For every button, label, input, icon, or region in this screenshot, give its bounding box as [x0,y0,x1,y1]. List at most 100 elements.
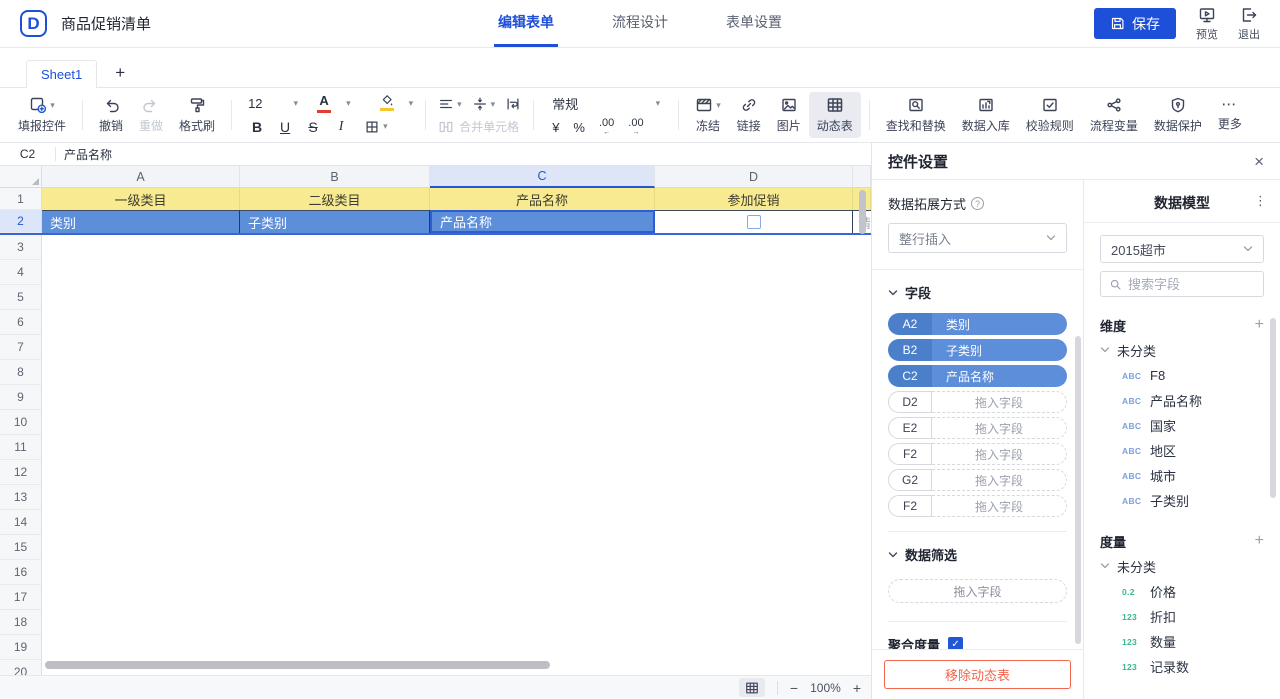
search-input[interactable] [1128,277,1255,292]
empty-cells[interactable] [42,610,871,635]
horizontal-scrollbar[interactable] [45,661,550,669]
empty-cells[interactable] [42,485,871,510]
cell-c2-selected[interactable]: 产品名称 [430,210,655,233]
row-number[interactable]: 2 [0,210,42,233]
zoom-in-button[interactable]: + [853,681,861,695]
strikethrough-button[interactable]: S [300,119,326,135]
dimensions-group-row[interactable]: 未分类 [1100,337,1264,363]
italic-button[interactable]: I [328,119,354,135]
field-pill[interactable]: B2 子类别 [888,339,1067,361]
underline-button[interactable]: U [272,119,298,135]
text-wrap-icon[interactable] [505,96,521,112]
empty-cells[interactable] [42,510,871,535]
redo-button[interactable]: 重做 [131,92,171,138]
data-protection-button[interactable]: 数据保护 [1146,92,1210,138]
freeze-button[interactable]: 冻结 [687,92,729,138]
flow-variable-button[interactable]: 流程变量 [1082,92,1146,138]
fill-widget-button[interactable]: 填报控件 [10,92,74,138]
topbar-tab[interactable]: 编辑表单 [494,0,558,47]
measure-item[interactable]: 123 数量 [1100,629,1264,654]
cell-reference[interactable]: C2 [0,147,55,161]
increase-decimal-button[interactable]: .00→ [628,118,643,136]
add-sheet-button[interactable]: + [115,64,125,81]
row-number[interactable]: 15 [0,535,42,560]
column-header-d[interactable]: D [655,166,853,188]
empty-cells[interactable] [42,635,871,660]
row-number[interactable]: 4 [0,260,42,285]
cell-d2[interactable] [655,210,853,233]
field-pill[interactable]: A2 类别 [888,313,1067,335]
aggregate-checkbox[interactable] [948,637,963,649]
measure-item[interactable]: 123 记录数 [1100,654,1264,679]
row-number[interactable]: 13 [0,485,42,510]
row-number[interactable]: 19 [0,635,42,660]
kebab-menu-icon[interactable] [1254,193,1268,209]
row-number[interactable]: 17 [0,585,42,610]
cell-b1[interactable]: 二级类目 [240,188,430,210]
help-icon[interactable] [971,197,984,210]
dimension-item[interactable]: ABC 国家 [1100,413,1264,438]
empty-cells[interactable] [42,235,871,260]
currency-format-button[interactable]: ¥ [552,120,559,135]
bold-button[interactable]: B [244,119,270,135]
add-measure-button[interactable] [1255,533,1264,549]
cell-a1[interactable]: 一级类目 [42,188,240,210]
empty-cells[interactable] [42,535,871,560]
empty-cells[interactable] [42,260,871,285]
chevron-down-icon[interactable] [346,99,351,108]
topbar-tab[interactable]: 表单设置 [722,0,786,47]
borders-button[interactable] [364,118,388,136]
row-number[interactable]: 20 [0,660,42,675]
measure-item[interactable]: 0.2 价格 [1100,579,1264,604]
filter-drop-zone[interactable]: 拖入字段 [888,579,1067,603]
remove-dynamic-table-button[interactable]: 移除动态表 [884,660,1071,689]
number-format-select[interactable]: 常规 [546,94,666,113]
field-pill[interactable]: F2 拖入字段 [888,443,1067,465]
preview-button[interactable]: 预览 [1196,6,1218,42]
dimension-item[interactable]: ABC F8 [1100,363,1264,388]
field-pill[interactable]: D2 拖入字段 [888,391,1067,413]
fields-section-header[interactable]: 字段 [888,270,1067,313]
field-pill[interactable]: C2 产品名称 [888,365,1067,387]
validation-rules-button[interactable]: 校验规则 [1018,92,1082,138]
row-number[interactable]: 7 [0,335,42,360]
exit-button[interactable]: 退出 [1238,6,1260,42]
panel-scrollbar[interactable] [1270,318,1276,498]
empty-cells[interactable] [42,335,871,360]
row-number[interactable]: 12 [0,460,42,485]
merge-cells-button[interactable]: 合并单元格 [438,118,519,135]
cell-b2[interactable]: 子类别 [240,210,430,233]
field-pill[interactable]: F2 拖入字段 [888,495,1067,517]
percent-format-button[interactable]: % [573,120,585,135]
cell-a2[interactable]: 类别 [42,210,240,233]
measure-item[interactable]: 123 折扣 [1100,604,1264,629]
close-icon[interactable] [1254,153,1264,170]
panel-scrollbar[interactable] [1075,336,1081,644]
empty-cells[interactable] [42,585,871,610]
empty-cells[interactable] [42,560,871,585]
row-number[interactable]: 14 [0,510,42,535]
dimension-item[interactable]: ABC 产品名称 [1100,388,1264,413]
column-header-b[interactable]: B [240,166,430,188]
data-expand-select[interactable]: 整行插入 [888,223,1067,253]
column-header-a[interactable]: A [42,166,240,188]
add-dimension-button[interactable] [1255,317,1264,333]
grid-view-button[interactable] [739,678,765,697]
empty-cells[interactable] [42,410,871,435]
empty-cells[interactable] [42,310,871,335]
field-pill[interactable]: G2 拖入字段 [888,469,1067,491]
font-size-select[interactable]: 12 [244,96,302,111]
fill-color-button[interactable] [377,95,397,111]
select-all-corner[interactable] [0,166,42,188]
row-number[interactable]: 5 [0,285,42,310]
format-painter-button[interactable]: 格式刷 [171,92,223,138]
empty-cells[interactable] [42,360,871,385]
measures-group-row[interactable]: 未分类 [1100,553,1264,579]
decrease-decimal-button[interactable]: .00← [599,118,614,136]
dimension-item[interactable]: ABC 地区 [1100,438,1264,463]
row-number[interactable]: 8 [0,360,42,385]
find-replace-button[interactable]: 查找和替换 [878,92,954,138]
link-button[interactable]: 链接 [729,92,769,138]
empty-cells[interactable] [42,385,871,410]
row-number[interactable]: 3 [0,235,42,260]
